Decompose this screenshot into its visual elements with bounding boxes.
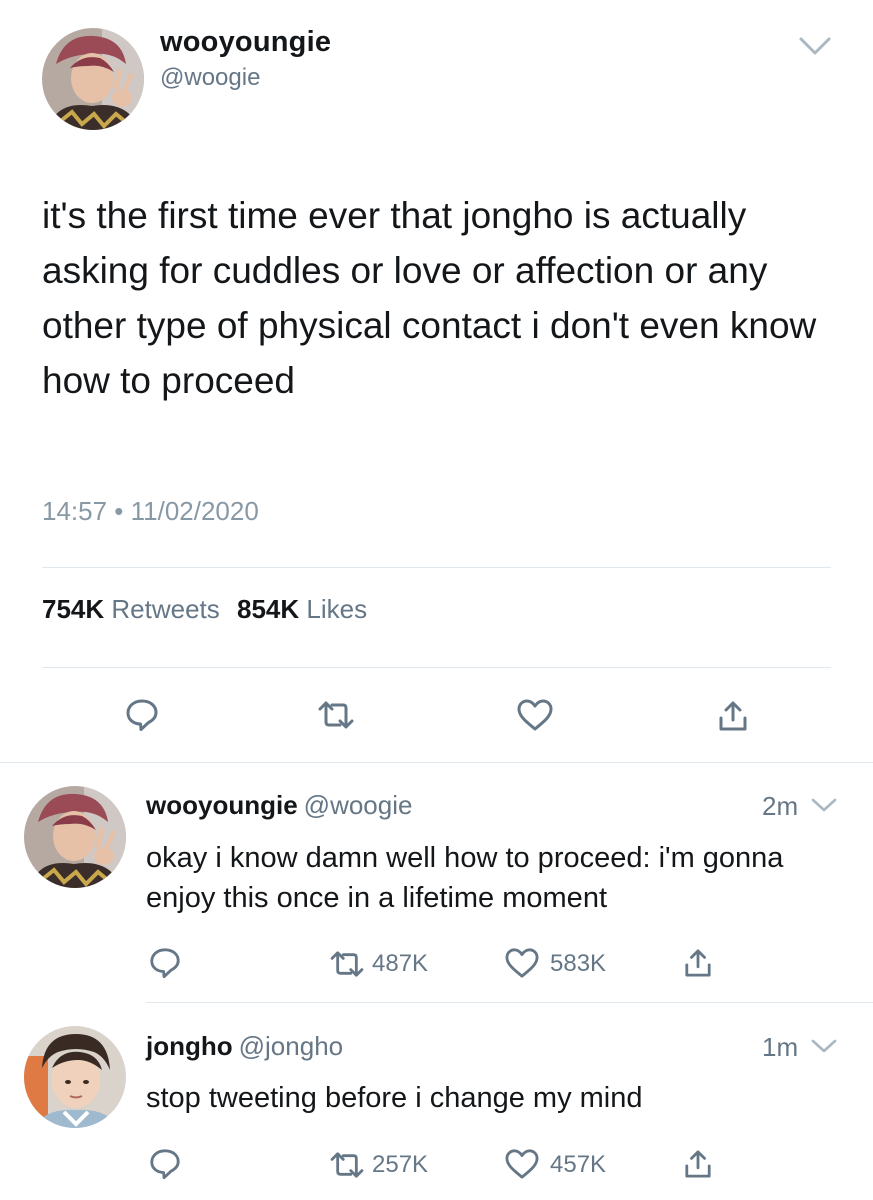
divider: [42, 567, 831, 568]
reply-avatar[interactable]: [24, 786, 126, 888]
reply-avatar[interactable]: [24, 1026, 126, 1128]
like-count: 457K: [550, 1151, 607, 1178]
retweets-label[interactable]: Retweets: [111, 594, 219, 624]
reply-header: wooyoungie @woogie: [146, 790, 412, 821]
reply-display-name[interactable]: wooyoungie: [146, 790, 298, 820]
heart-icon[interactable]: [504, 1148, 540, 1180]
heart-icon[interactable]: [504, 947, 540, 979]
likes-label[interactable]: Likes: [306, 594, 367, 624]
like-count: 583K: [550, 950, 607, 977]
reply-header: jongho @jongho: [146, 1031, 343, 1062]
main-avatar[interactable]: [42, 28, 144, 130]
retweets-count[interactable]: 754K: [42, 594, 104, 624]
retweet-count: 487K: [372, 950, 429, 977]
likes-count[interactable]: 854K: [237, 594, 299, 624]
reply-time[interactable]: 2m: [762, 791, 798, 822]
reply-text: okay i know damn well how to proceed: i'…: [146, 842, 784, 914]
divider: [0, 762, 873, 763]
reply-icon[interactable]: [148, 946, 182, 980]
chevron-down-icon[interactable]: [810, 1038, 838, 1054]
heart-icon[interactable]: [516, 698, 554, 732]
reply-icon[interactable]: [124, 697, 160, 733]
main-display-name[interactable]: wooyoungie: [160, 26, 331, 59]
retweet-icon[interactable]: [328, 1151, 366, 1179]
reply-icon[interactable]: [148, 1147, 182, 1181]
reply-display-name[interactable]: jongho: [146, 1031, 233, 1061]
main-handle[interactable]: @woogie: [160, 64, 260, 92]
tweet-stats: 754K Retweets 854K Likes: [42, 594, 367, 625]
retweet-count: 257K: [372, 1151, 429, 1178]
share-icon[interactable]: [684, 948, 712, 978]
reply-time[interactable]: 1m: [762, 1032, 798, 1063]
tweet-timestamp[interactable]: 14:57 • 11/02/2020: [42, 496, 259, 527]
retweet-icon[interactable]: [328, 950, 366, 978]
share-icon[interactable]: [684, 1149, 712, 1179]
share-icon[interactable]: [718, 700, 748, 732]
divider: [42, 667, 831, 668]
divider: [146, 1002, 873, 1003]
reply-handle[interactable]: @jongho: [239, 1031, 343, 1061]
tweet-text: it's the first time ever that jongho is …: [42, 195, 817, 401]
chevron-down-icon[interactable]: [810, 797, 838, 813]
reply-text: stop tweeting before i change my mind: [146, 1082, 643, 1114]
chevron-down-icon[interactable]: [798, 36, 832, 56]
retweet-icon[interactable]: [316, 700, 356, 730]
reply-handle[interactable]: @woogie: [304, 790, 413, 820]
